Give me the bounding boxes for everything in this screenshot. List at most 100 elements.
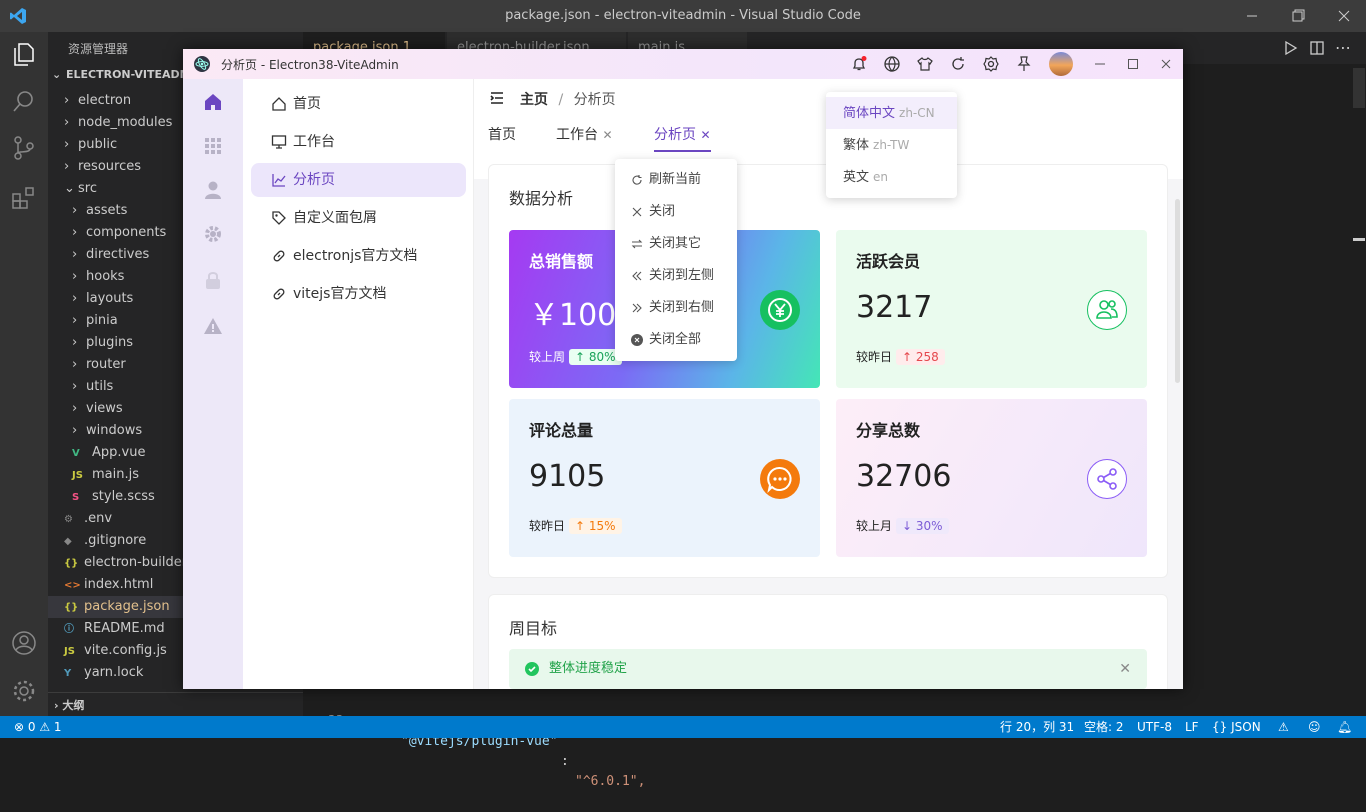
- swap-icon: [631, 239, 643, 249]
- feedback-icon[interactable]: ☺: [1308, 716, 1321, 738]
- ctx-close-left[interactable]: 关闭到左侧: [615, 260, 737, 292]
- lang-option-en[interactable]: 英文 en: [826, 161, 957, 193]
- maximize-icon[interactable]: [1124, 55, 1142, 73]
- nav-rail: [183, 79, 243, 689]
- menu-item-vite-docs[interactable]: vitejs官方文档: [251, 277, 466, 311]
- menu-item-home[interactable]: 首页: [251, 87, 466, 121]
- language-dropdown: 简体中文 zh-CN 繁体 zh-TW 英文 en: [826, 92, 957, 198]
- warning-icon[interactable]: [202, 315, 224, 337]
- lock-icon[interactable]: [202, 269, 224, 291]
- user-icon[interactable]: [202, 179, 224, 201]
- chevron-right-icon: ›: [72, 423, 78, 438]
- gear-icon[interactable]: [202, 223, 224, 245]
- pin-icon[interactable]: [1015, 55, 1033, 73]
- encoding[interactable]: UTF-8: [1137, 716, 1172, 738]
- notification-bell-icon[interactable]: [850, 55, 868, 73]
- minimize-icon[interactable]: [1242, 6, 1262, 26]
- breadcrumb-home[interactable]: 主页: [520, 92, 548, 108]
- js-file-icon: JS: [64, 646, 75, 657]
- chevron-down-icon: ⌄: [52, 68, 62, 81]
- root-folder[interactable]: ⌄ ELECTRON-VITEADMIN: [52, 68, 204, 81]
- bell-icon[interactable]: 🔔︎: [1337, 716, 1352, 738]
- app-window: 分析页 - Electron38-ViteAdmin 首页 工作台 分析页 自定…: [183, 49, 1183, 689]
- alert-close-icon[interactable]: ✕: [1119, 649, 1131, 689]
- language-globe-icon[interactable]: [883, 55, 901, 73]
- tab-close-icon[interactable]: ✕: [602, 128, 612, 142]
- explorer-icon[interactable]: [10, 40, 38, 68]
- warning-icon[interactable]: ⚠: [1278, 716, 1289, 738]
- extensions-icon[interactable]: [10, 184, 38, 212]
- close-icon[interactable]: [1157, 55, 1175, 73]
- settings-gear-icon[interactable]: [10, 677, 38, 705]
- chevron-right-icon: ›: [72, 203, 78, 218]
- vue-file-icon: V: [72, 448, 80, 459]
- trend-badge: ↑ 258: [896, 349, 945, 365]
- chevron-right-icon: ›: [64, 137, 70, 152]
- chevron-right-icon: ›: [72, 247, 78, 262]
- indent-setting[interactable]: 空格: 2: [1084, 716, 1124, 738]
- double-right-icon: [632, 303, 642, 313]
- panel-title: 数据分析: [509, 189, 574, 208]
- chevron-right-icon: ›: [72, 269, 78, 284]
- tab-close-icon[interactable]: ✕: [700, 128, 710, 142]
- ctx-close[interactable]: 关闭: [615, 196, 737, 228]
- card-total-shares[interactable]: 分享总数 32706 较上月 ↓ 30%: [836, 399, 1147, 557]
- ctx-close-all[interactable]: 关闭全部: [615, 324, 737, 356]
- minimize-icon[interactable]: [1091, 55, 1109, 73]
- source-control-icon[interactable]: [10, 134, 38, 162]
- home-icon[interactable]: [202, 91, 224, 113]
- trend-badge: ↑ 15%: [569, 518, 622, 534]
- more-actions-icon[interactable]: ⋯: [1335, 38, 1351, 57]
- menu-item-custom-breadcrumb[interactable]: 自定义面包屑: [251, 201, 466, 235]
- ctx-close-right[interactable]: 关闭到右侧: [615, 292, 737, 324]
- restore-icon[interactable]: [1288, 6, 1308, 26]
- scss-file-icon: S: [72, 492, 80, 503]
- weekly-goal-panel: 周目标 整体进度稳定 ✕: [488, 594, 1168, 689]
- tab-context-menu: 刷新当前 关闭 关闭其它 关闭到左侧 关闭到右侧 关闭全部: [615, 159, 737, 361]
- menu-item-electron-docs[interactable]: electronjs官方文档: [251, 239, 466, 273]
- eol[interactable]: LF: [1185, 716, 1199, 738]
- chevron-right-icon: ›: [64, 93, 70, 108]
- tab-analysis[interactable]: 分析页 ✕: [654, 124, 711, 152]
- outline-section[interactable]: › 大纲: [48, 692, 303, 716]
- run-icon[interactable]: [1283, 40, 1299, 56]
- menu-toggle-icon[interactable]: [490, 91, 504, 105]
- account-icon[interactable]: [10, 629, 38, 657]
- link-icon: [273, 250, 285, 262]
- settings-icon[interactable]: [982, 55, 1000, 73]
- editor-scrollbar[interactable]: [1353, 68, 1365, 108]
- ctx-refresh-current[interactable]: 刷新当前: [615, 164, 737, 196]
- activity-bar: [0, 32, 48, 716]
- search-icon[interactable]: [10, 88, 38, 116]
- problems-indicator[interactable]: ⊗ 0 ⚠ 1: [14, 716, 62, 738]
- ctx-close-others[interactable]: 关闭其它: [615, 228, 737, 260]
- split-editor-icon[interactable]: [1309, 40, 1325, 56]
- avatar[interactable]: [1049, 52, 1073, 76]
- content-scrollbar[interactable]: [1175, 199, 1180, 383]
- card-total-comments[interactable]: 评论总量 9105 较昨日 ↑ 15%: [509, 399, 820, 557]
- check-circle-icon: [525, 662, 539, 676]
- yen-icon: [760, 290, 800, 330]
- chevron-right-icon: ›: [72, 291, 78, 306]
- html-file-icon: <>: [64, 580, 81, 591]
- language-mode[interactable]: {} JSON: [1212, 716, 1261, 738]
- skin-shirt-icon[interactable]: [916, 55, 934, 73]
- tab-home[interactable]: 首页: [488, 124, 516, 144]
- menu-item-analysis[interactable]: 分析页: [251, 163, 466, 197]
- lang-option-zh-tw[interactable]: 繁体 zh-TW: [826, 129, 957, 161]
- tab-workbench[interactable]: 工作台 ✕: [556, 124, 613, 144]
- home-icon: [272, 97, 286, 111]
- close-icon[interactable]: [1334, 6, 1354, 26]
- cursor-position[interactable]: 行 20，列 31: [1000, 716, 1074, 738]
- side-menu: 首页 工作台 分析页 自定义面包屑 electronjs官方文档 vitejs官…: [243, 79, 474, 689]
- refresh-icon: [632, 175, 642, 185]
- js-file-icon: JS: [72, 470, 83, 481]
- menu-item-workbench[interactable]: 工作台: [251, 125, 466, 159]
- card-active-members[interactable]: 活跃会员 3217 较昨日 ↑ 258: [836, 230, 1147, 388]
- monitor-icon: [271, 135, 287, 149]
- window-title: package.json - electron-viteadmin - Visu…: [505, 8, 861, 23]
- apps-grid-icon[interactable]: [202, 135, 224, 157]
- env-file-icon: ⚙: [64, 514, 73, 525]
- refresh-icon[interactable]: [949, 55, 967, 73]
- lang-option-zh-cn[interactable]: 简体中文 zh-CN: [826, 97, 957, 129]
